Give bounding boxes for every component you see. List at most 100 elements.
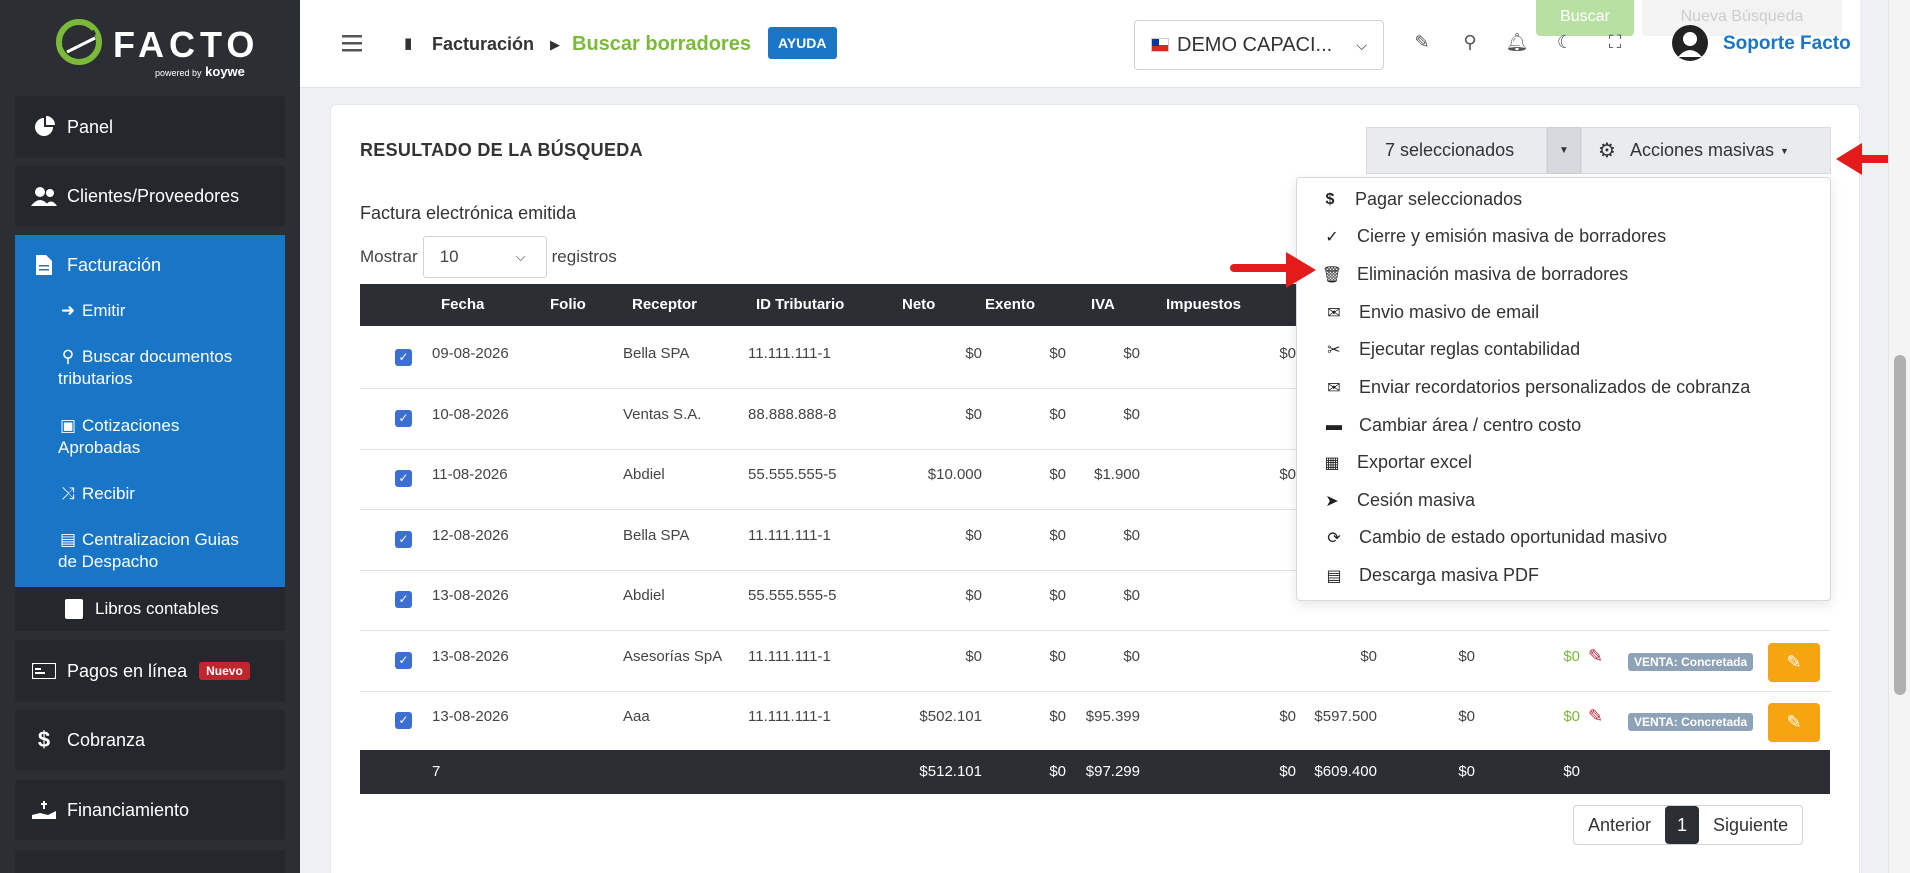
bell-icon[interactable]: 🔔︎ xyxy=(1505,32,1529,56)
help-button[interactable]: AYUDA xyxy=(768,27,837,59)
cell-impuestos: $0 xyxy=(1279,466,1296,483)
cell-fecha: 13-08-2026 xyxy=(432,708,509,725)
chile-flag-icon xyxy=(1151,38,1169,52)
footer-count: 7 xyxy=(432,763,441,780)
cell-id-tributario: 55.555.555-5 xyxy=(748,466,837,483)
sidebar-item-pagos[interactable]: Pagos en línea Nuevo xyxy=(15,640,285,702)
selected-count-button[interactable]: 7 seleccionados xyxy=(1366,127,1547,174)
cell-receptor: Aaa xyxy=(623,708,650,725)
selected-caret-button[interactable]: ▼ xyxy=(1547,127,1581,174)
sidebar-item-label: Pagos en línea xyxy=(67,660,188,681)
results-title: RESULTADO DE LA BÚSQUEDA xyxy=(360,140,643,160)
footer-neto: $512.101 xyxy=(919,763,982,780)
table-row[interactable]: ✓ 13-08-2026 Aaa 11.111.111-1 $502.101 $0 $95.… xyxy=(360,692,1830,752)
row-checkbox[interactable]: ✓ xyxy=(395,349,412,366)
avatar[interactable] xyxy=(1672,25,1708,61)
next-page-button[interactable]: Siguiente xyxy=(1699,815,1802,836)
dropdown-item-area[interactable]: ▬ Cambiar área / centro costo xyxy=(1323,415,1581,436)
archive-icon: ▬ xyxy=(1326,416,1342,434)
sidebar-sub-cotizaciones[interactable]: ▣ Cotizaciones Aprobadas xyxy=(58,415,258,459)
sidebar-item-label: Clientes/Proveedores xyxy=(67,185,240,206)
company-select[interactable]: DEMO CAPACI... ⌵ xyxy=(1134,20,1384,70)
file-icon: ▮ xyxy=(404,35,413,52)
cell-receptor: Asesorías SpA xyxy=(623,648,723,665)
brand-powered: powered by koywe xyxy=(155,64,245,79)
dropdown-item-oportunidad[interactable]: ⟳ Cambio de estado oportunidad masivo xyxy=(1323,527,1667,548)
edit-pencil-icon[interactable]: ✎ xyxy=(1588,646,1603,667)
cell-col11: $0 xyxy=(1563,648,1580,665)
col-id-tributario[interactable]: ID Tributario xyxy=(756,296,844,313)
search-button-dim[interactable]: Buscar xyxy=(1536,0,1634,36)
send-icon: ➤ xyxy=(1325,492,1339,510)
check-icon: ✓ xyxy=(1325,228,1339,246)
col-fecha[interactable]: Fecha xyxy=(441,296,484,313)
sidebar-item-panel[interactable]: Panel xyxy=(15,96,285,158)
dropdown-item-email[interactable]: ✉ Envio masivo de email xyxy=(1323,302,1539,323)
page-size-select[interactable]: 10 ⌵ xyxy=(422,236,547,278)
moon-icon[interactable]: ☾ xyxy=(1553,32,1577,56)
cell-neto: $502.101 xyxy=(919,708,982,725)
sign-icon[interactable]: ✎ xyxy=(1410,32,1434,56)
fullscreen-icon[interactable]: ⛶ xyxy=(1603,32,1627,56)
edit-button[interactable]: ✎ xyxy=(1768,643,1820,682)
footer-col10: $0 xyxy=(1458,763,1475,780)
page-scrollbar[interactable] xyxy=(1888,0,1910,873)
user-name[interactable]: Soporte Facto xyxy=(1723,33,1851,55)
row-checkbox[interactable]: ✓ xyxy=(395,652,412,669)
facto-logo[interactable]: FACTO powered by koywe xyxy=(55,14,255,79)
row-checkbox[interactable]: ✓ xyxy=(395,712,412,729)
trash-icon: 🗑︎ xyxy=(1321,266,1343,284)
dropdown-item-pagar[interactable]: $ Pagar seleccionados xyxy=(1319,189,1523,210)
cell-receptor: Abdiel xyxy=(623,587,665,604)
sidebar-sub-centralizacion[interactable]: ▤ Centralizacion Guias de Despacho xyxy=(58,529,258,573)
edit-pencil-icon[interactable]: ✎ xyxy=(1588,706,1603,727)
cell-impuestos: $0 xyxy=(1279,708,1296,725)
hamburger-menu-icon[interactable] xyxy=(342,34,362,52)
dropdown-item-pdf[interactable]: ▤ Descarga masiva PDF xyxy=(1323,565,1539,586)
col-iva[interactable]: IVA xyxy=(1091,296,1115,313)
sign-in-icon: ➜ xyxy=(60,301,76,320)
row-checkbox[interactable]: ✓ xyxy=(395,531,412,548)
col-exento[interactable]: Exento xyxy=(985,296,1035,313)
col-receptor[interactable]: Receptor xyxy=(632,296,697,313)
document-type-label: Factura electrónica emitida xyxy=(360,203,577,223)
sidebar-item-libros[interactable]: Libros contables xyxy=(15,587,285,631)
dropdown-item-cierre[interactable]: ✓ Cierre y emisión masiva de borradores xyxy=(1321,226,1666,247)
cell-neto: $0 xyxy=(965,587,982,604)
cell-iva: $0 xyxy=(1123,587,1140,604)
dropdown-item-cesion[interactable]: ➤ Cesión masiva xyxy=(1321,490,1475,511)
col-folio[interactable]: Folio xyxy=(550,296,586,313)
sidebar-item-clientes[interactable]: Clientes/Proveedores xyxy=(15,166,285,226)
table-row[interactable]: ✓ 13-08-2026 Asesorías SpA 11.111.111-1 $0 $0… xyxy=(360,632,1830,692)
sidebar-item-more[interactable] xyxy=(15,850,285,873)
col-impuestos[interactable]: Impuestos xyxy=(1166,296,1241,313)
row-checkbox[interactable]: ✓ xyxy=(395,410,412,427)
dropdown-item-excel[interactable]: ▦ Exportar excel xyxy=(1321,452,1472,473)
caret-down-icon: ▼ xyxy=(1780,145,1789,156)
footer-impuestos: $0 xyxy=(1279,763,1296,780)
status-badge: VENTA: Concretada xyxy=(1628,653,1754,671)
sidebar-sub-recibir[interactable]: ⤨ Recibir xyxy=(58,483,135,505)
prev-page-button[interactable]: Anterior xyxy=(1574,815,1665,836)
cell-neto: $0 xyxy=(965,648,982,665)
dropdown-item-eliminacion[interactable]: 🗑︎ Eliminación masiva de borradores xyxy=(1321,264,1628,285)
footer-col11: $0 xyxy=(1563,763,1580,780)
sidebar-item-cobranza[interactable]: $ Cobranza xyxy=(15,710,285,770)
breadcrumb-root[interactable]: Facturación xyxy=(432,34,534,55)
dropdown-item-reglas[interactable]: ✂ Ejecutar reglas contabilidad xyxy=(1323,339,1580,360)
col-neto[interactable]: Neto xyxy=(902,296,935,313)
row-checkbox[interactable]: ✓ xyxy=(395,591,412,608)
sidebar-sub-buscar[interactable]: ⚲ Buscar documentos tributarios xyxy=(58,346,268,390)
scrollbar-thumb[interactable] xyxy=(1894,355,1906,695)
edit-button[interactable]: ✎ xyxy=(1768,703,1820,742)
row-checkbox[interactable]: ✓ xyxy=(395,470,412,487)
sidebar-item-facturacion[interactable]: Facturación xyxy=(15,240,285,290)
cell-neto: $0 xyxy=(965,345,982,362)
gear-icon: ⚙ xyxy=(1598,140,1616,162)
dropdown-item-recordatorios[interactable]: ✉ Enviar recordatorios personalizados de … xyxy=(1323,377,1750,398)
search-icon[interactable]: ⚲ xyxy=(1458,32,1482,56)
sidebar-item-financiamiento[interactable]: Financiamiento xyxy=(15,780,285,840)
sidebar-sub-emitir[interactable]: ➜ Emitir xyxy=(58,300,126,322)
mass-actions-button[interactable]: ⚙ Acciones masivas ▼ xyxy=(1581,127,1831,174)
current-page-button[interactable]: 1 xyxy=(1665,806,1700,844)
